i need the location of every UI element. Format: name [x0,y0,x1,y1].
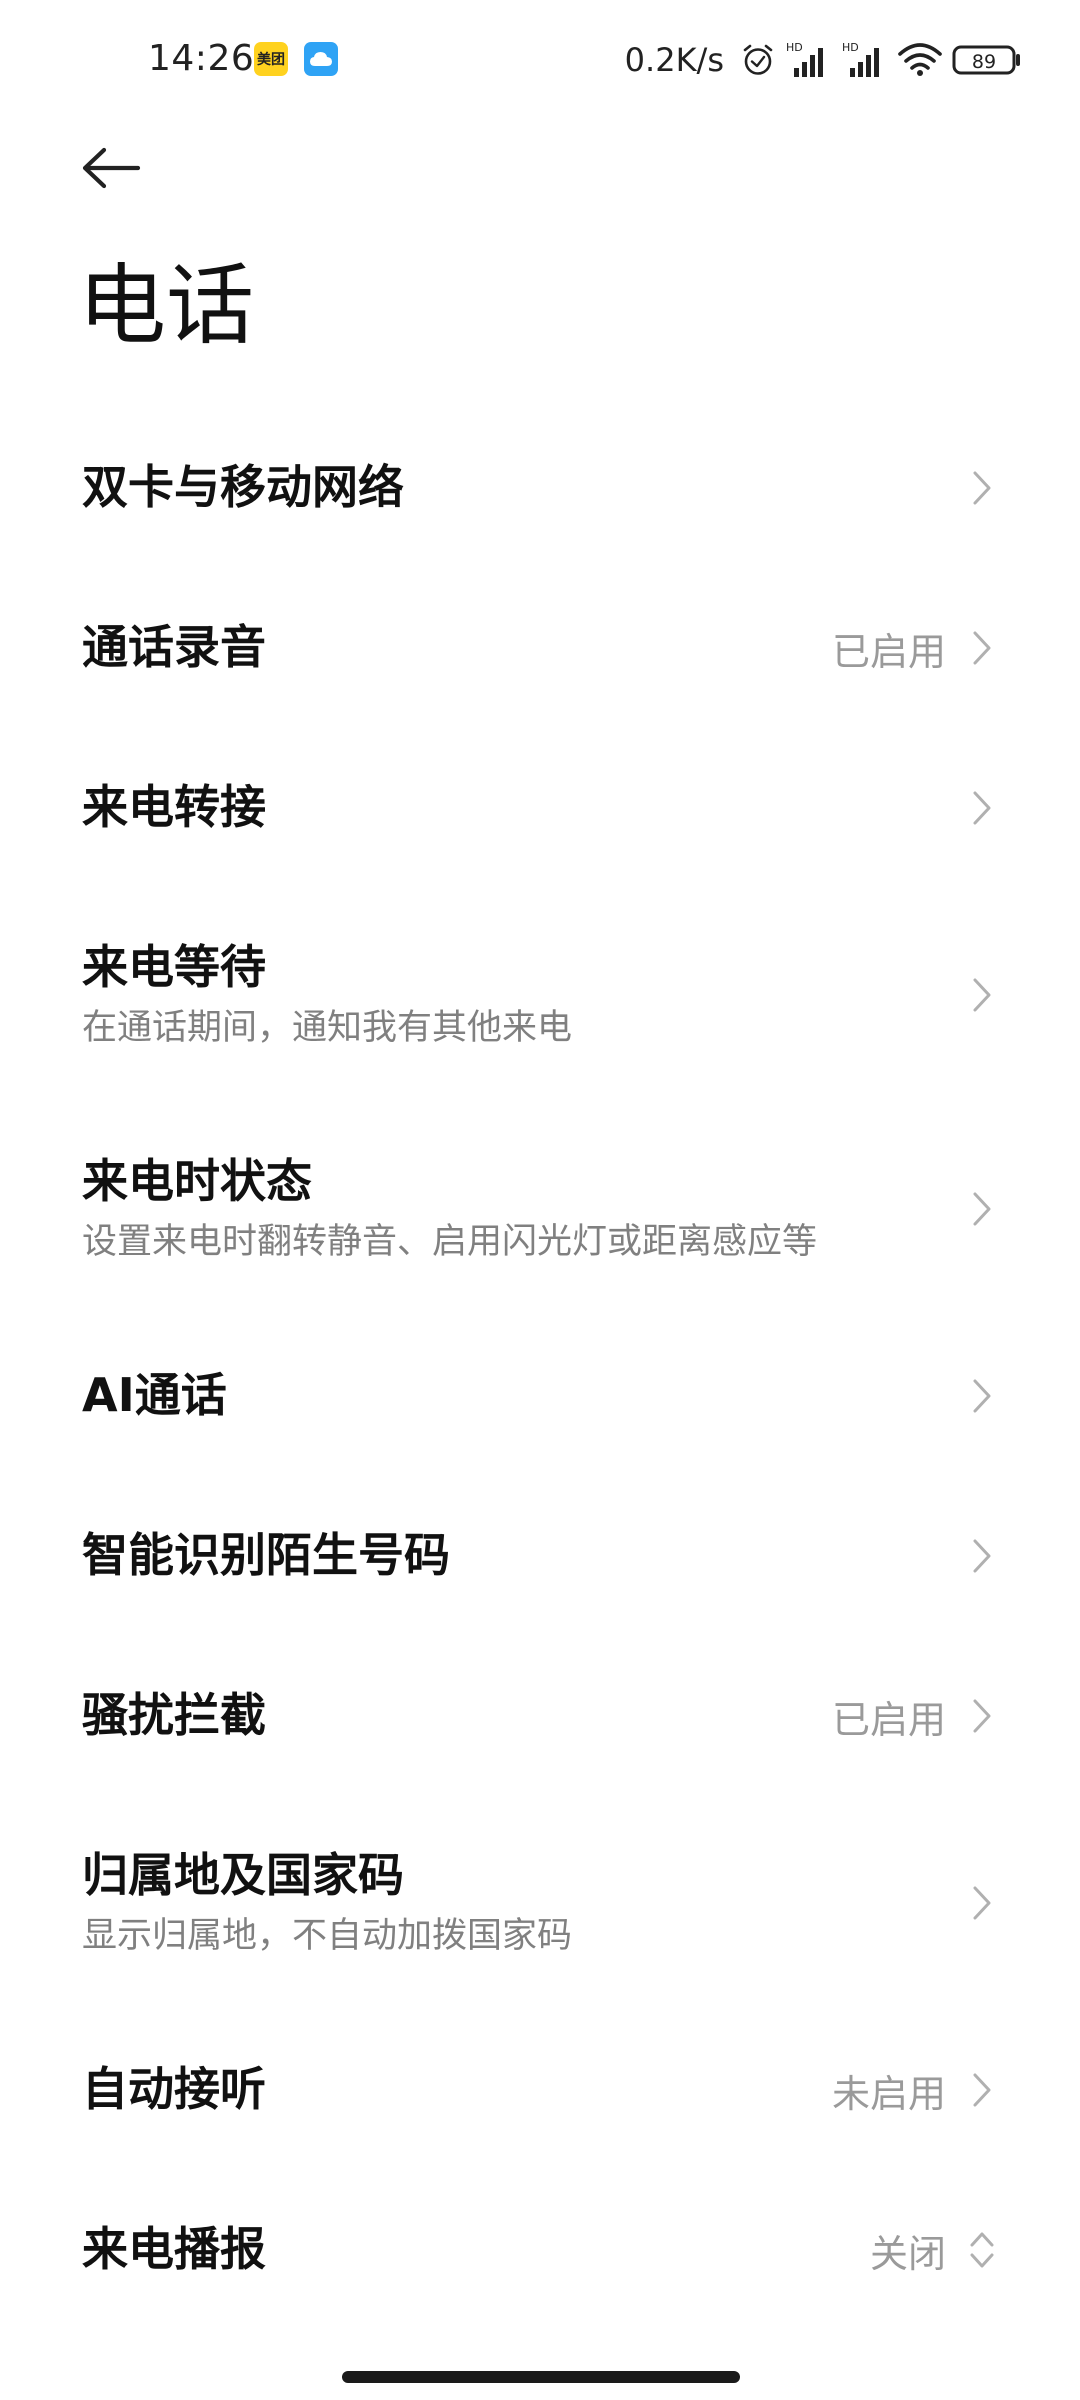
network-speed: 0.2K/s [624,41,724,79]
setting-value: 关闭 [869,2231,946,2276]
setting-location-country-code[interactable]: 归属地及国家码 显示归属地，不自动加拨国家码 [0,1796,1080,2010]
setting-ai-call[interactable]: AI通话 [0,1316,1080,1476]
setting-incoming-call-status[interactable]: 来电时状态 设置来电时翻转静音、启用闪光灯或距离感应等 [0,1102,1080,1316]
battery-level: 89 [972,51,996,73]
battery-icon: 89 [952,42,1022,78]
wifi-icon [898,42,942,78]
setting-subtitle: 设置来电时翻转静音、启用闪光灯或距离感应等 [82,1221,818,1262]
chevron-right-icon [968,786,996,830]
setting-call-waiting[interactable]: 来电等待 在通话期间，通知我有其他来电 [0,888,1080,1102]
chevron-right-icon [968,973,996,1017]
setting-caller-announcement[interactable]: 来电播报 关闭 [0,2170,1080,2330]
signal-hd-label: HD [786,41,803,54]
setting-auto-answer[interactable]: 自动接听 未启用 [0,2010,1080,2170]
settings-list: 双卡与移动网络 通话录音 已启用 来电转接 来电等待 在通话期间，通知我有其他来… [0,408,1080,2330]
home-indicator[interactable] [342,2371,740,2383]
setting-dual-sim-mobile-network[interactable]: 双卡与移动网络 [0,408,1080,568]
setting-subtitle: 在通话期间，通知我有其他来电 [82,1007,573,1048]
setting-value: 已启用 [831,629,946,674]
arrow-left-icon [80,146,142,194]
chevron-right-icon [968,1374,996,1418]
setting-title: 来电播报 [82,2222,266,2277]
meituan-app-icon: 美团 [254,42,288,76]
meituan-app-icon-label: 美团 [257,52,285,68]
setting-title: 来电转接 [82,780,266,835]
setting-title: AI通话 [82,1368,227,1423]
setting-title: 智能识别陌生号码 [82,1528,450,1583]
setting-title: 双卡与移动网络 [82,460,404,515]
setting-value: 已启用 [831,1697,946,1742]
setting-title: 自动接听 [82,2062,266,2117]
page-title: 电话 [78,254,255,357]
chevron-right-icon [968,1694,996,1738]
setting-subtitle: 显示归属地，不自动加拨国家码 [82,1915,573,1956]
cloud-app-icon [304,42,338,76]
setting-title: 骚扰拦截 [82,1688,266,1743]
chevron-right-icon [968,466,996,510]
signal-icon: HD [786,40,832,80]
setting-title: 通话录音 [82,620,266,675]
setting-call-recording[interactable]: 通话录音 已启用 [0,568,1080,728]
status-time: 14:26 [148,38,255,79]
setting-title: 归属地及国家码 [82,1848,404,1903]
alarm-icon [740,42,776,78]
back-button[interactable] [80,140,160,200]
setting-smart-identify-unknown-numbers[interactable]: 智能识别陌生号码 [0,1476,1080,1636]
status-right-group: 0.2K/s HD HD 89 [625,38,1022,82]
setting-value: 未启用 [831,2071,946,2116]
status-bar: 14:26 美团 0.2K/s HD HD 89 [0,0,1080,120]
chevron-up-down-icon [968,2228,996,2272]
setting-spam-blocking[interactable]: 骚扰拦截 已启用 [0,1636,1080,1796]
signal-icon: HD [842,40,888,80]
signal-hd-label: HD [842,41,859,54]
chevron-right-icon [968,626,996,670]
chevron-right-icon [968,2068,996,2112]
chevron-right-icon [968,1187,996,1231]
setting-title: 来电时状态 [82,1154,312,1209]
setting-title: 来电等待 [82,940,266,995]
setting-call-forwarding[interactable]: 来电转接 [0,728,1080,888]
chevron-right-icon [968,1881,996,1925]
chevron-right-icon [968,1534,996,1578]
